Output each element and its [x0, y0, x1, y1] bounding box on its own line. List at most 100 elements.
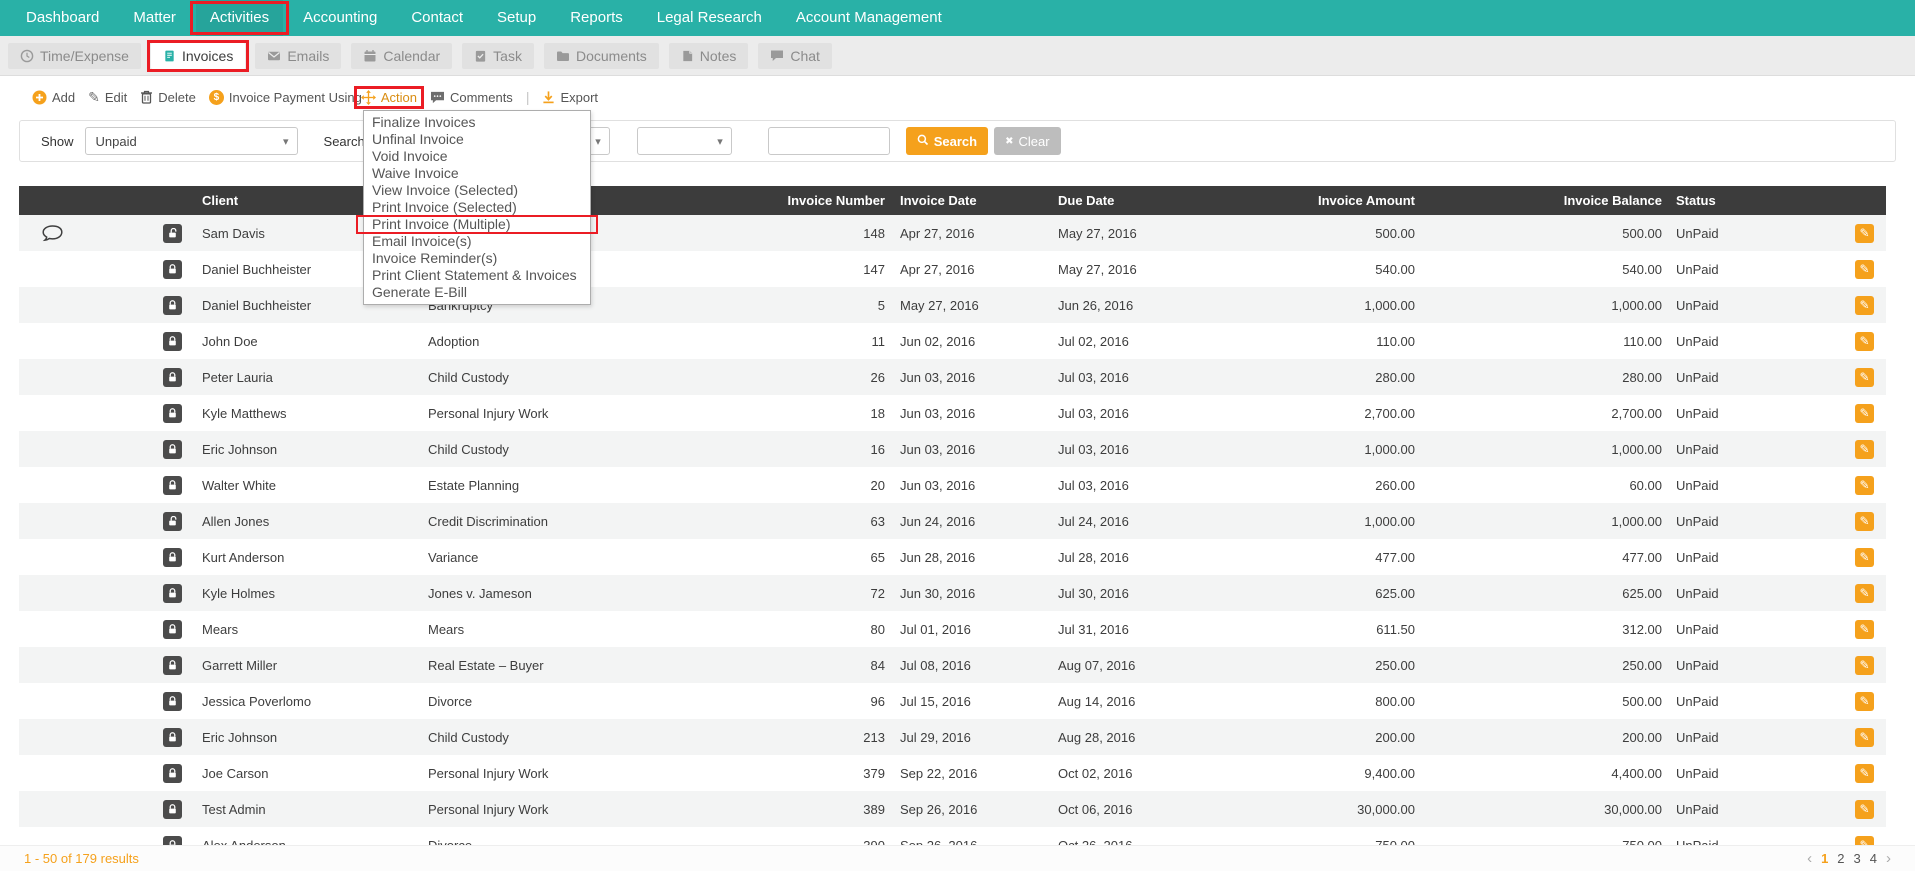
nav-item-legal-research[interactable]: Legal Research	[643, 0, 776, 36]
table-row[interactable]: Joe Carson Personal Injury Work 379 Sep …	[19, 755, 1886, 791]
edit-invoice-icon[interactable]: ✎	[1855, 691, 1874, 711]
edit-cell: ✎	[1796, 323, 1886, 359]
status-cell: UnPaid	[1676, 369, 1719, 385]
nav-item-activities[interactable]: Activities	[189, 0, 290, 36]
menu-item-invoice-reminders[interactable]: Invoice Reminder(s)	[364, 250, 590, 267]
table-row[interactable]: Eric Johnson Child Custody 16 Jun 03, 20…	[19, 431, 1886, 467]
edit-invoice-icon[interactable]: ✎	[1855, 475, 1874, 495]
table-row[interactable]: Kyle Matthews Personal Injury Work 18 Ju…	[19, 395, 1886, 431]
edit-invoice-icon[interactable]: ✎	[1855, 403, 1874, 423]
lock-cell	[150, 215, 194, 251]
table-row[interactable]: Alex Anderson Divorce 390 Sep 26, 2016 O…	[19, 827, 1886, 845]
client-cell: Peter Lauria	[202, 369, 273, 385]
comment-indicator-icon[interactable]	[42, 224, 63, 242]
search-input[interactable]	[767, 127, 890, 155]
menu-item-generate-e-bill[interactable]: Generate E-Bill	[364, 284, 590, 301]
nav-item-reports[interactable]: Reports	[556, 0, 637, 36]
edit-invoice-icon[interactable]: ✎	[1855, 259, 1874, 279]
export-button[interactable]: Export	[542, 90, 598, 105]
page-3[interactable]: 3	[1854, 851, 1861, 866]
edit-invoice-icon[interactable]: ✎	[1855, 835, 1874, 845]
nav-item-matter[interactable]: Matter	[119, 0, 190, 36]
edit-invoice-icon[interactable]: ✎	[1855, 295, 1874, 315]
edit-invoice-icon[interactable]: ✎	[1855, 655, 1874, 675]
tab-task[interactable]: Task	[462, 42, 534, 69]
table-row[interactable]: Garrett Miller Real Estate – Buyer 84 Ju…	[19, 647, 1886, 683]
table-row[interactable]: John Doe Adoption 11 Jun 02, 2016 Jul 02…	[19, 323, 1886, 359]
menu-item-waive-invoice[interactable]: Waive Invoice	[364, 165, 590, 182]
invoice-date-cell: Jul 01, 2016	[900, 621, 971, 637]
add-button[interactable]: Add	[32, 90, 75, 105]
menu-item-void-invoice[interactable]: Void Invoice	[364, 148, 590, 165]
table-row[interactable]: Peter Lauria Child Custody 26 Jun 03, 20…	[19, 359, 1886, 395]
page-1[interactable]: 1	[1821, 851, 1828, 866]
table-row[interactable]: Kurt Anderson Variance 65 Jun 28, 2016 J…	[19, 539, 1886, 575]
tab-time-expense[interactable]: Time/Expense	[8, 42, 141, 69]
edit-invoice-icon[interactable]: ✎	[1855, 511, 1874, 531]
menu-item-unfinal-invoice[interactable]: Unfinal Invoice	[364, 131, 590, 148]
edit-invoice-icon[interactable]: ✎	[1855, 619, 1874, 639]
edit-invoice-icon[interactable]: ✎	[1855, 223, 1874, 243]
edit-invoice-icon[interactable]: ✎	[1855, 799, 1874, 819]
table-row[interactable]: Jessica Poverlomo Divorce 96 Jul 15, 201…	[19, 683, 1886, 719]
edit-cell: ✎	[1796, 359, 1886, 395]
invoice-date-cell: Jun 28, 2016	[900, 549, 976, 565]
table-row[interactable]: Daniel Buchheister 147 Apr 27, 2016 May …	[19, 251, 1886, 287]
page-4[interactable]: 4	[1870, 851, 1877, 866]
nav-item-setup[interactable]: Setup	[483, 0, 550, 36]
tab-calendar[interactable]: Calendar	[351, 42, 453, 69]
table-row[interactable]: Walter White Estate Planning 20 Jun 03, …	[19, 467, 1886, 503]
invoice-amount-cell: 2,700.00	[1364, 405, 1415, 421]
nav-item-account-management[interactable]: Account Management	[782, 0, 956, 36]
table-row[interactable]: Kyle Holmes Jones v. Jameson 72 Jun 30, …	[19, 575, 1886, 611]
nav-item-contact[interactable]: Contact	[397, 0, 477, 36]
action-button[interactable]: Action	[353, 85, 424, 109]
tab-documents[interactable]: Documents	[543, 42, 659, 69]
table-row[interactable]: Sam Davis 148 Apr 27, 2016 May 27, 2016 …	[19, 215, 1886, 251]
delete-button[interactable]: Delete	[140, 90, 196, 105]
menu-item-print-invoice-multiple[interactable]: Print Invoice (Multiple)	[356, 215, 598, 234]
edit-invoice-icon[interactable]: ✎	[1855, 583, 1874, 603]
matter-cell: Jones v. Jameson	[428, 585, 532, 601]
invoice-payment-using-button[interactable]: $ Invoice Payment Using	[208, 89, 362, 105]
status-cell: UnPaid	[1676, 729, 1719, 745]
edit-button[interactable]: ✎ Edit	[88, 90, 127, 105]
edit-invoice-icon[interactable]: ✎	[1855, 331, 1874, 351]
menu-item-print-invoice-selected[interactable]: Print Invoice (Selected)	[364, 199, 590, 216]
search-operator-select[interactable]: ▾	[636, 127, 732, 155]
table-row[interactable]: Test Admin Personal Injury Work 389 Sep …	[19, 791, 1886, 827]
tab-invoices[interactable]: Invoices	[146, 39, 250, 72]
menu-item-email-invoices[interactable]: Email Invoice(s)	[364, 233, 590, 250]
tab-notes[interactable]: Notes	[668, 42, 749, 69]
comment-cell	[19, 467, 150, 503]
table-row[interactable]: Daniel Buchheister Bankruptcy 5 May 27, …	[19, 287, 1886, 323]
header-comment-col	[19, 186, 150, 215]
invoice-date-cell: Jun 30, 2016	[900, 585, 976, 601]
nav-item-dashboard[interactable]: Dashboard	[12, 0, 113, 36]
nav-item-accounting[interactable]: Accounting	[289, 0, 391, 36]
edit-invoice-icon[interactable]: ✎	[1855, 367, 1874, 387]
tab-chat[interactable]: Chat	[758, 42, 832, 69]
table-row[interactable]: Eric Johnson Child Custody 213 Jul 29, 2…	[19, 719, 1886, 755]
table-row[interactable]: Allen Jones Credit Discrimination 63 Jun…	[19, 503, 1886, 539]
status-filter-select[interactable]: Unpaid ▾	[84, 127, 298, 155]
chevron-left-icon[interactable]: ‹	[1807, 850, 1812, 867]
chevron-right-icon[interactable]: ›	[1886, 850, 1891, 867]
tab-emails[interactable]: Emails	[255, 42, 342, 69]
client-cell: Garrett Miller	[202, 657, 278, 673]
page-2[interactable]: 2	[1837, 851, 1844, 866]
invoice-amount-cell: 1,000.00	[1364, 297, 1415, 313]
chat-icon	[770, 49, 784, 62]
menu-item-print-client-statement-invoices[interactable]: Print Client Statement & Invoices	[364, 267, 590, 284]
comments-button[interactable]: Comments	[430, 90, 513, 105]
comment-cell	[19, 647, 150, 683]
search-button[interactable]: Search	[905, 127, 989, 155]
menu-item-view-invoice-selected[interactable]: View Invoice (Selected)	[364, 182, 590, 199]
edit-invoice-icon[interactable]: ✎	[1855, 727, 1874, 747]
clear-button[interactable]: ✖ Clear	[994, 127, 1061, 155]
table-row[interactable]: Mears Mears 80 Jul 01, 2016 Jul 31, 2016…	[19, 611, 1886, 647]
edit-invoice-icon[interactable]: ✎	[1855, 547, 1874, 567]
edit-invoice-icon[interactable]: ✎	[1855, 763, 1874, 783]
menu-item-finalize-invoices[interactable]: Finalize Invoices	[364, 114, 590, 131]
edit-invoice-icon[interactable]: ✎	[1855, 439, 1874, 459]
